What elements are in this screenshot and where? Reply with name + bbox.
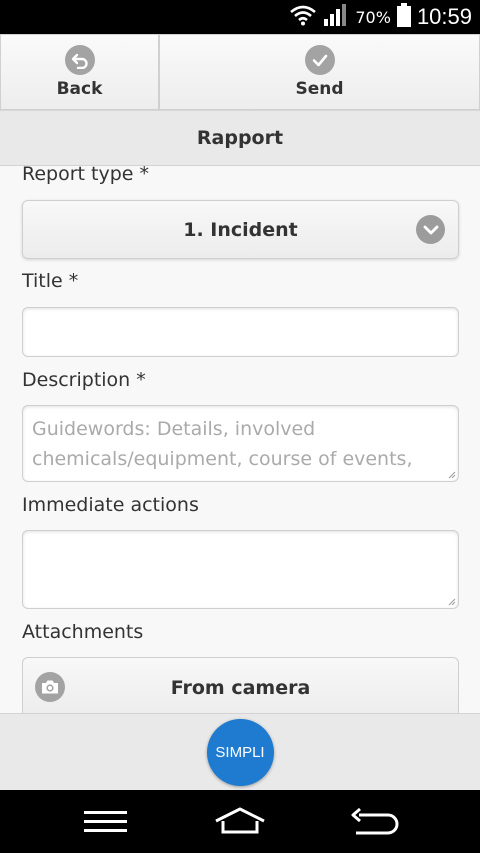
camera-icon: [35, 672, 65, 702]
footer-bar: SIMPLI: [0, 713, 480, 790]
page-title: Rapport: [196, 127, 284, 149]
report-type-value: 1. Incident: [183, 218, 298, 241]
resize-handle-icon[interactable]: [448, 598, 456, 606]
report-form[interactable]: Report type * 1. Incident Title * Descri…: [0, 166, 480, 713]
report-type-select[interactable]: 1. Incident: [22, 200, 459, 259]
back-circle-icon: [64, 45, 95, 75]
from-camera-button[interactable]: From camera: [22, 657, 459, 713]
immediate-actions-label: Immediate actions: [22, 494, 199, 516]
report-type-label: Report type *: [22, 166, 150, 185]
page-header: Rapport: [0, 111, 480, 166]
menu-icon[interactable]: [84, 810, 128, 838]
description-placeholder: Guidewords: Details, involved chemicals/…: [32, 418, 413, 470]
status-bar: 70% 10:59: [0, 0, 480, 34]
system-navigation-bar: [0, 790, 480, 853]
back-button[interactable]: Back: [0, 34, 159, 110]
battery-icon: [396, 3, 411, 31]
chevron-down-icon: [416, 215, 445, 244]
wifi-icon: [289, 4, 317, 30]
description-textarea[interactable]: Guidewords: Details, involved chemicals/…: [22, 405, 459, 482]
title-label: Title *: [22, 270, 79, 292]
back-button-label: Back: [56, 79, 103, 99]
signal-icon: [323, 3, 349, 31]
clock: 10:59: [416, 4, 472, 29]
home-icon[interactable]: [214, 807, 266, 839]
resize-handle-icon[interactable]: [448, 471, 456, 479]
attachments-label: Attachments: [22, 621, 144, 643]
send-button-label: Send: [295, 79, 344, 99]
send-button[interactable]: Send: [159, 34, 480, 110]
from-camera-label: From camera: [170, 677, 311, 699]
top-toolbar: Back Send: [0, 34, 480, 111]
battery-percent: 70%: [355, 7, 391, 27]
description-label: Description *: [22, 369, 146, 391]
immediate-actions-textarea[interactable]: [22, 530, 459, 609]
check-circle-icon: [304, 45, 335, 75]
title-input[interactable]: [22, 307, 459, 357]
simpli-button[interactable]: SIMPLI: [206, 718, 274, 786]
back-arrow-icon[interactable]: [350, 807, 400, 839]
